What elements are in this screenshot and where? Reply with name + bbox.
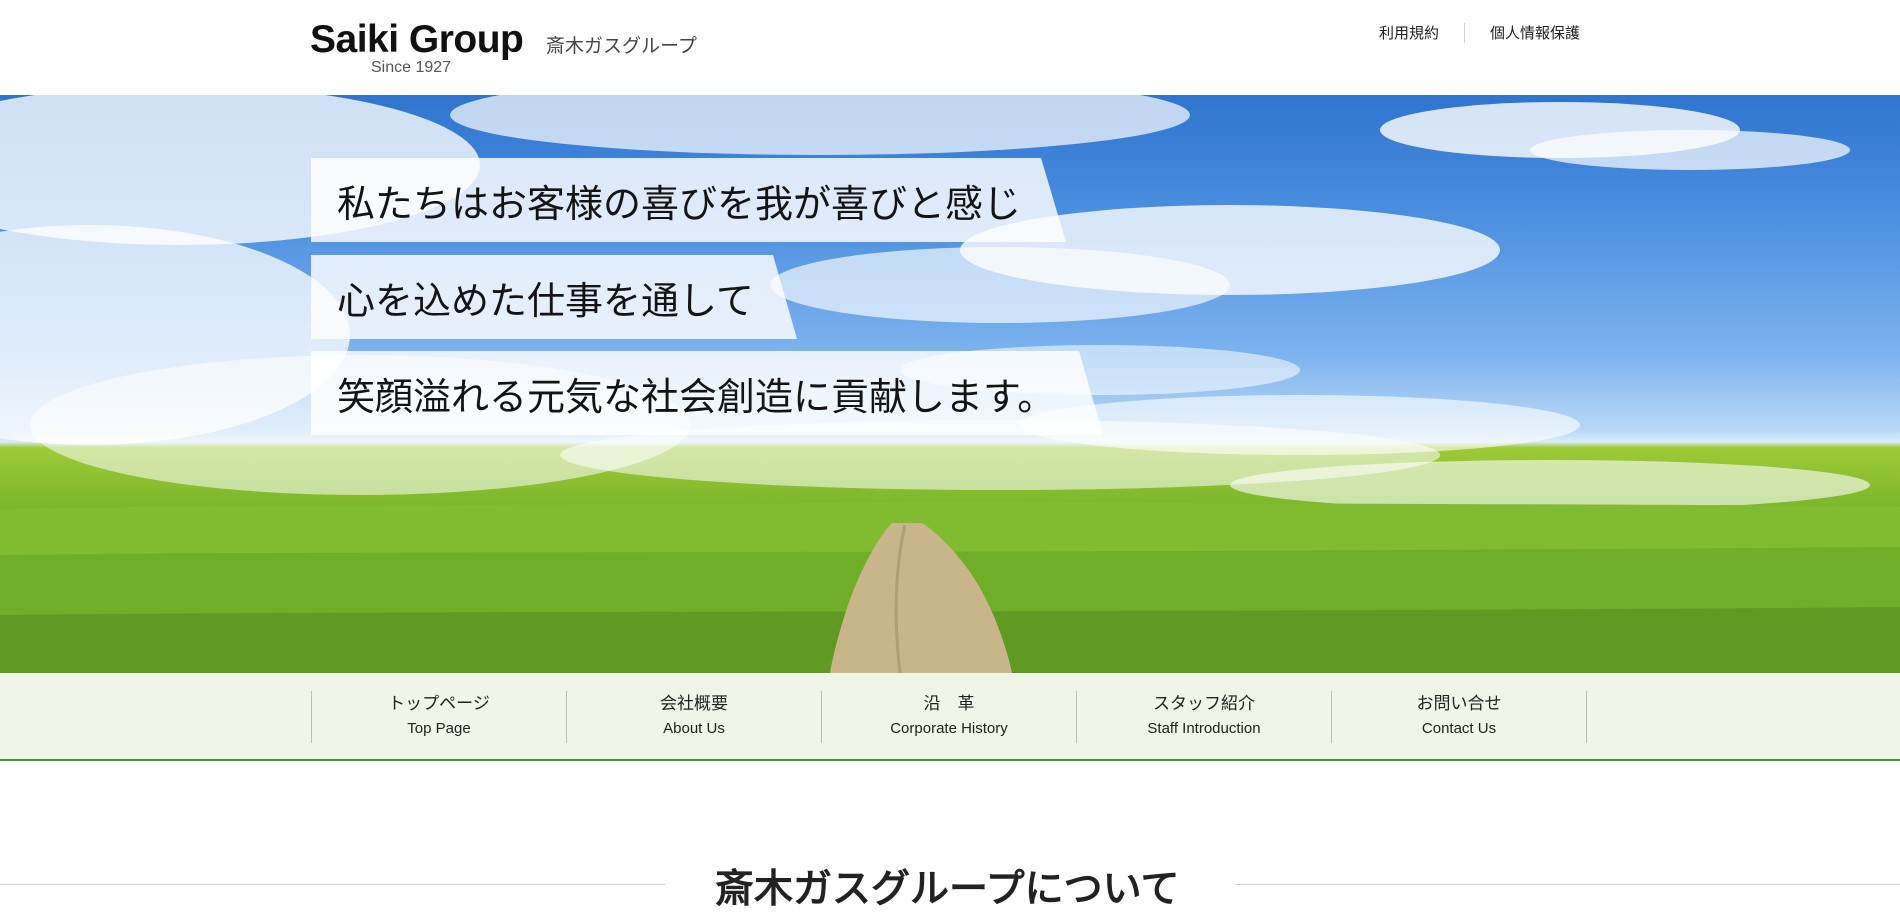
hero-slogan-line: 私たちはお客様の喜びを我が喜びと感じ (311, 158, 1066, 242)
site-header: Saiki Group Since 1927 斎木ガスグループ 利用規約 個人情… (0, 0, 1900, 95)
nav-item-corporate-history[interactable]: 沿 革 Corporate History (822, 691, 1077, 743)
site-logo[interactable]: Saiki Group Since 1927 (310, 16, 570, 80)
nav-label-jp: トップページ (388, 694, 490, 714)
privacy-link[interactable]: 個人情報保護 (1465, 22, 1605, 44)
logo-since: Since 1927 (371, 59, 452, 76)
nav-label-en: Top Page (407, 720, 471, 737)
hero-banner: 私たちはお客様の喜びを我が喜びと感じ 心を込めた仕事を通して 笑顔溢れる元気な社… (0, 95, 1900, 673)
title-rule-right (1235, 884, 1900, 885)
hero-slogan-line: 笑顔溢れる元気な社会創造に貢献します。 (311, 351, 1103, 435)
nav-label-en: About Us (663, 720, 725, 737)
terms-link[interactable]: 利用規約 (1355, 22, 1464, 44)
logo-wordmark: Saiki Group (310, 18, 524, 61)
utility-nav: 利用規約 個人情報保護 (1355, 22, 1605, 44)
nav-label-jp: 会社概要 (660, 694, 728, 714)
about-section-header: 斎木ガスグループについて (0, 856, 1900, 916)
sky-clouds-image (0, 95, 1870, 505)
main-nav-list: トップページ Top Page 会社概要 About Us 沿 革 Corpor… (311, 691, 1587, 743)
nav-item-contact-us[interactable]: お問い合せ Contact Us (1332, 691, 1587, 743)
nav-item-top-page[interactable]: トップページ Top Page (312, 691, 567, 743)
section-title: 斎木ガスグループについて (715, 866, 1180, 912)
nav-label-jp: スタッフ紹介 (1153, 694, 1255, 714)
nav-label-en: Staff Introduction (1147, 720, 1261, 737)
nav-label-en: Corporate History (890, 720, 1008, 737)
hero-slogan-line: 心を込めた仕事を通して (311, 255, 797, 339)
nav-item-staff-introduction[interactable]: スタッフ紹介 Staff Introduction (1077, 691, 1332, 743)
logo-subtitle: 斎木ガスグループ (546, 35, 697, 57)
nav-item-about-us[interactable]: 会社概要 About Us (567, 691, 822, 743)
nav-label-jp: 沿 革 (923, 694, 975, 714)
nav-label-jp: お問い合せ (1416, 694, 1502, 714)
main-nav: トップページ Top Page 会社概要 About Us 沿 革 Corpor… (0, 673, 1900, 761)
grass-field-path-image (0, 501, 1900, 673)
title-rule-left (0, 884, 665, 885)
nav-label-en: Contact Us (1421, 720, 1497, 737)
